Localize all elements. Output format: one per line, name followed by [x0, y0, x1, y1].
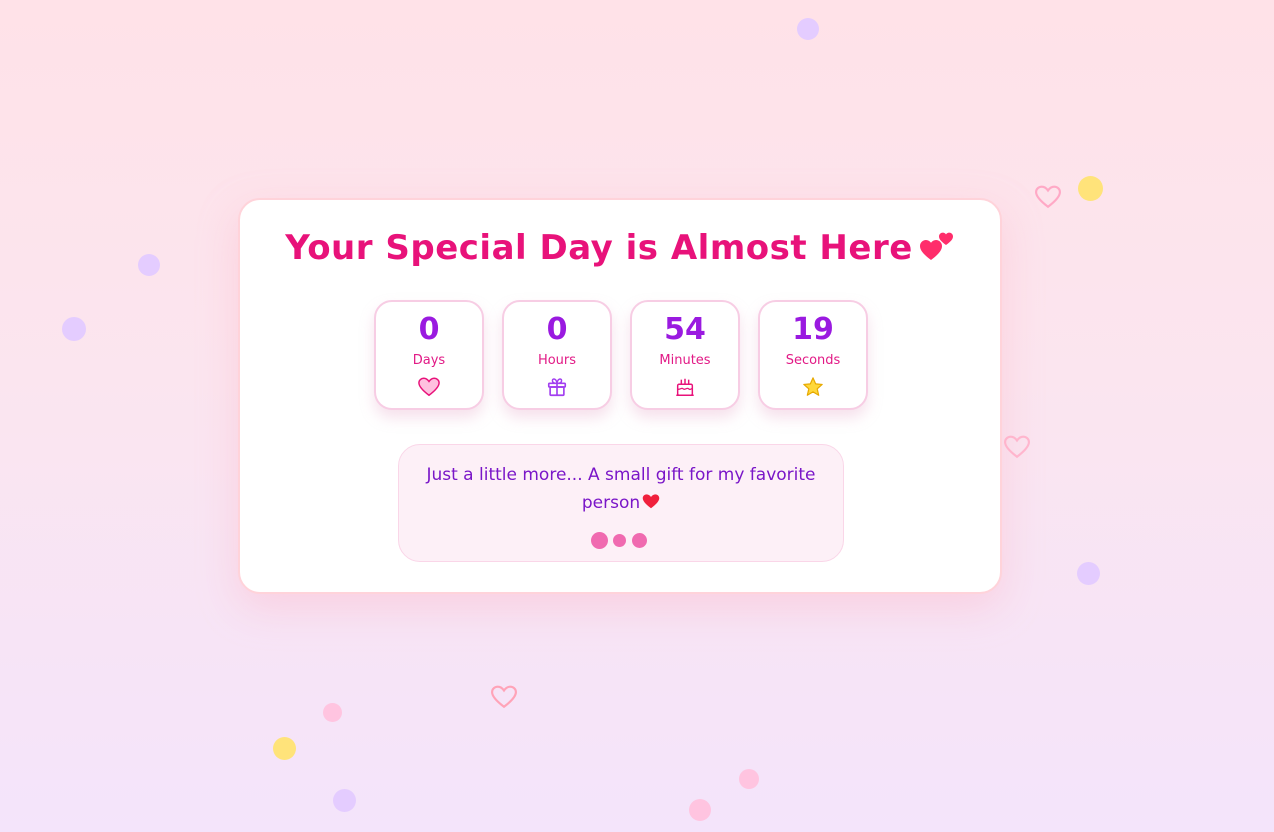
minutes-label: Minutes	[659, 353, 711, 368]
decorative-dot	[797, 18, 819, 40]
countdown-boxes: 0 Days 0 Hours 54 Minutes 19 Seconds	[374, 300, 874, 412]
heart-icon	[418, 377, 440, 397]
seconds-value: 19	[792, 312, 834, 347]
decorative-dot	[273, 737, 296, 760]
star-icon	[803, 377, 823, 396]
loading-dot	[632, 533, 647, 548]
page-title-wrap: Your Special Day is Almost Here	[240, 228, 1000, 268]
gift-icon	[547, 378, 567, 397]
floating-heart-icon	[1004, 435, 1030, 459]
message-text-wrap: Just a little more... A small gift for m…	[413, 461, 829, 517]
decorative-dot	[323, 703, 342, 722]
decorative-dot	[1078, 176, 1103, 201]
decorative-dot	[62, 317, 86, 341]
decorative-dot	[138, 254, 160, 276]
countdown-days: 0 Days	[374, 300, 484, 410]
countdown-card: Your Special Day is Almost Here 0 Days 0…	[238, 198, 1002, 594]
loading-dot	[591, 532, 608, 549]
decorative-dot	[333, 789, 356, 812]
countdown-minutes: 54 Minutes	[630, 300, 740, 410]
loading-indicator	[591, 531, 651, 549]
decorative-dot	[689, 799, 711, 821]
page-title: Your Special Day is Almost Here	[285, 228, 913, 268]
loading-dot	[613, 534, 626, 547]
countdown-seconds: 19 Seconds	[758, 300, 868, 410]
message-box: Just a little more... A small gift for m…	[398, 444, 844, 562]
message-text: Just a little more... A small gift for m…	[426, 465, 816, 513]
floating-heart-icon	[1035, 185, 1061, 209]
hours-label: Hours	[537, 353, 577, 368]
seconds-label: Seconds	[785, 353, 841, 368]
red-heart-icon	[642, 493, 660, 508]
minutes-value: 54	[664, 312, 706, 347]
days-label: Days	[412, 353, 446, 368]
days-value: 0	[418, 312, 440, 347]
two-hearts-icon	[919, 232, 953, 260]
floating-heart-icon	[491, 685, 517, 709]
decorative-dot	[739, 769, 759, 789]
countdown-hours: 0 Hours	[502, 300, 612, 410]
decorative-dot	[1077, 562, 1100, 585]
cake-icon	[676, 378, 694, 396]
hours-value: 0	[546, 312, 568, 347]
